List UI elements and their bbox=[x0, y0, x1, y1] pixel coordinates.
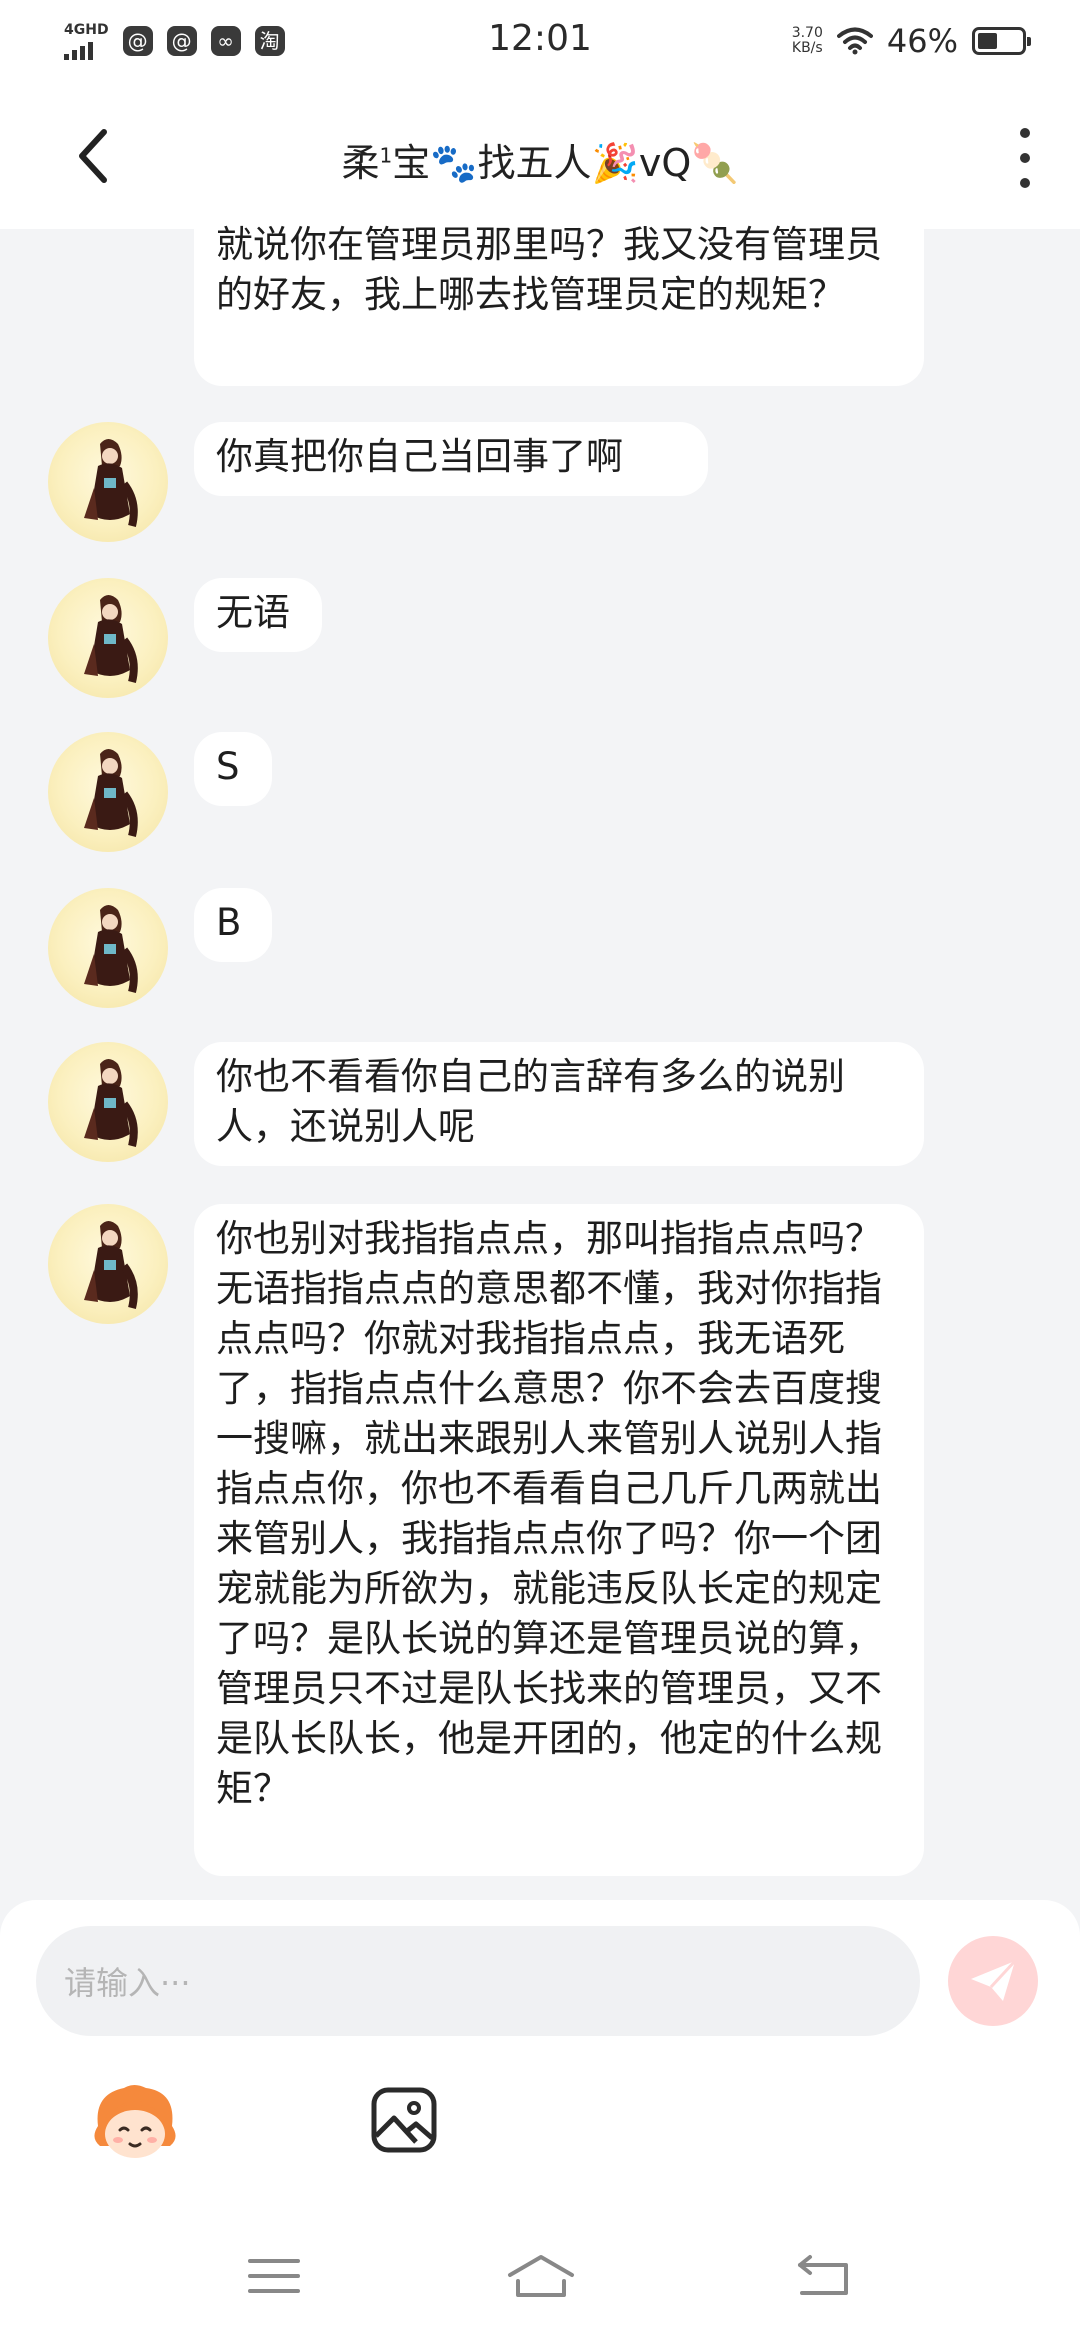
status-right: 3.70 KB/s 46% bbox=[792, 22, 1031, 60]
net-speed-value: 3.70 bbox=[791, 25, 823, 41]
avatar[interactable] bbox=[48, 578, 168, 698]
title-part1: 柔 bbox=[341, 141, 380, 185]
home-icon[interactable] bbox=[504, 2251, 578, 2301]
net-speed-unit: KB/s bbox=[791, 40, 823, 56]
battery-icon bbox=[972, 27, 1031, 55]
back-nav-icon[interactable] bbox=[794, 2251, 854, 2301]
send-button[interactable] bbox=[948, 1936, 1038, 2026]
input-placeholder: 请输入··· bbox=[64, 1964, 191, 2002]
message-bubble: 你也别对我指指点点，那叫指指点点吗？无语指指点点的意思都不懂，我对你指指点点吗？… bbox=[194, 1204, 924, 1876]
menu-icon[interactable] bbox=[244, 2251, 304, 2301]
message-bubble: 无语 bbox=[194, 578, 322, 652]
avatar[interactable] bbox=[48, 1204, 168, 1324]
title-part2: 宝🐾找五人🎉vQ🍡 bbox=[392, 141, 739, 185]
avatar[interactable] bbox=[48, 732, 168, 852]
net-speed: 3.70 KB/s bbox=[792, 26, 823, 56]
mascot-emoji-icon[interactable] bbox=[90, 2080, 180, 2164]
image-icon[interactable] bbox=[370, 2086, 438, 2154]
message-bubble: S bbox=[194, 732, 272, 806]
more-vertical-icon[interactable] bbox=[1010, 128, 1040, 188]
chat-title: 柔1宝🐾找五人🎉vQ🍡 bbox=[0, 132, 1080, 187]
avatar[interactable] bbox=[48, 422, 168, 542]
send-icon bbox=[971, 1959, 1017, 2001]
system-navigation-bar bbox=[0, 2215, 1080, 2340]
battery-level bbox=[978, 33, 997, 49]
message-input[interactable]: 请输入··· bbox=[36, 1926, 920, 2036]
message-bubble: 你真把你自己当回事了啊 bbox=[194, 422, 708, 496]
message-bubble: 就说你在管理员那里吗？我又没有管理员的好友，我上哪去找管理员定的规矩？ bbox=[194, 200, 924, 386]
avatar[interactable] bbox=[48, 888, 168, 1008]
wifi-icon bbox=[836, 27, 873, 55]
title-superscript: 1 bbox=[379, 143, 393, 168]
battery-percent: 46% bbox=[886, 22, 958, 60]
message-bubble: 你也不看看你自己的言辞有多么的说别人，还说别人呢 bbox=[194, 1042, 924, 1166]
avatar[interactable] bbox=[48, 1042, 168, 1162]
message-bubble: B bbox=[194, 888, 272, 962]
status-bar: 4GHD @ @ ∞ 淘 12:01 3.70 KB/s 46% bbox=[0, 0, 1080, 84]
